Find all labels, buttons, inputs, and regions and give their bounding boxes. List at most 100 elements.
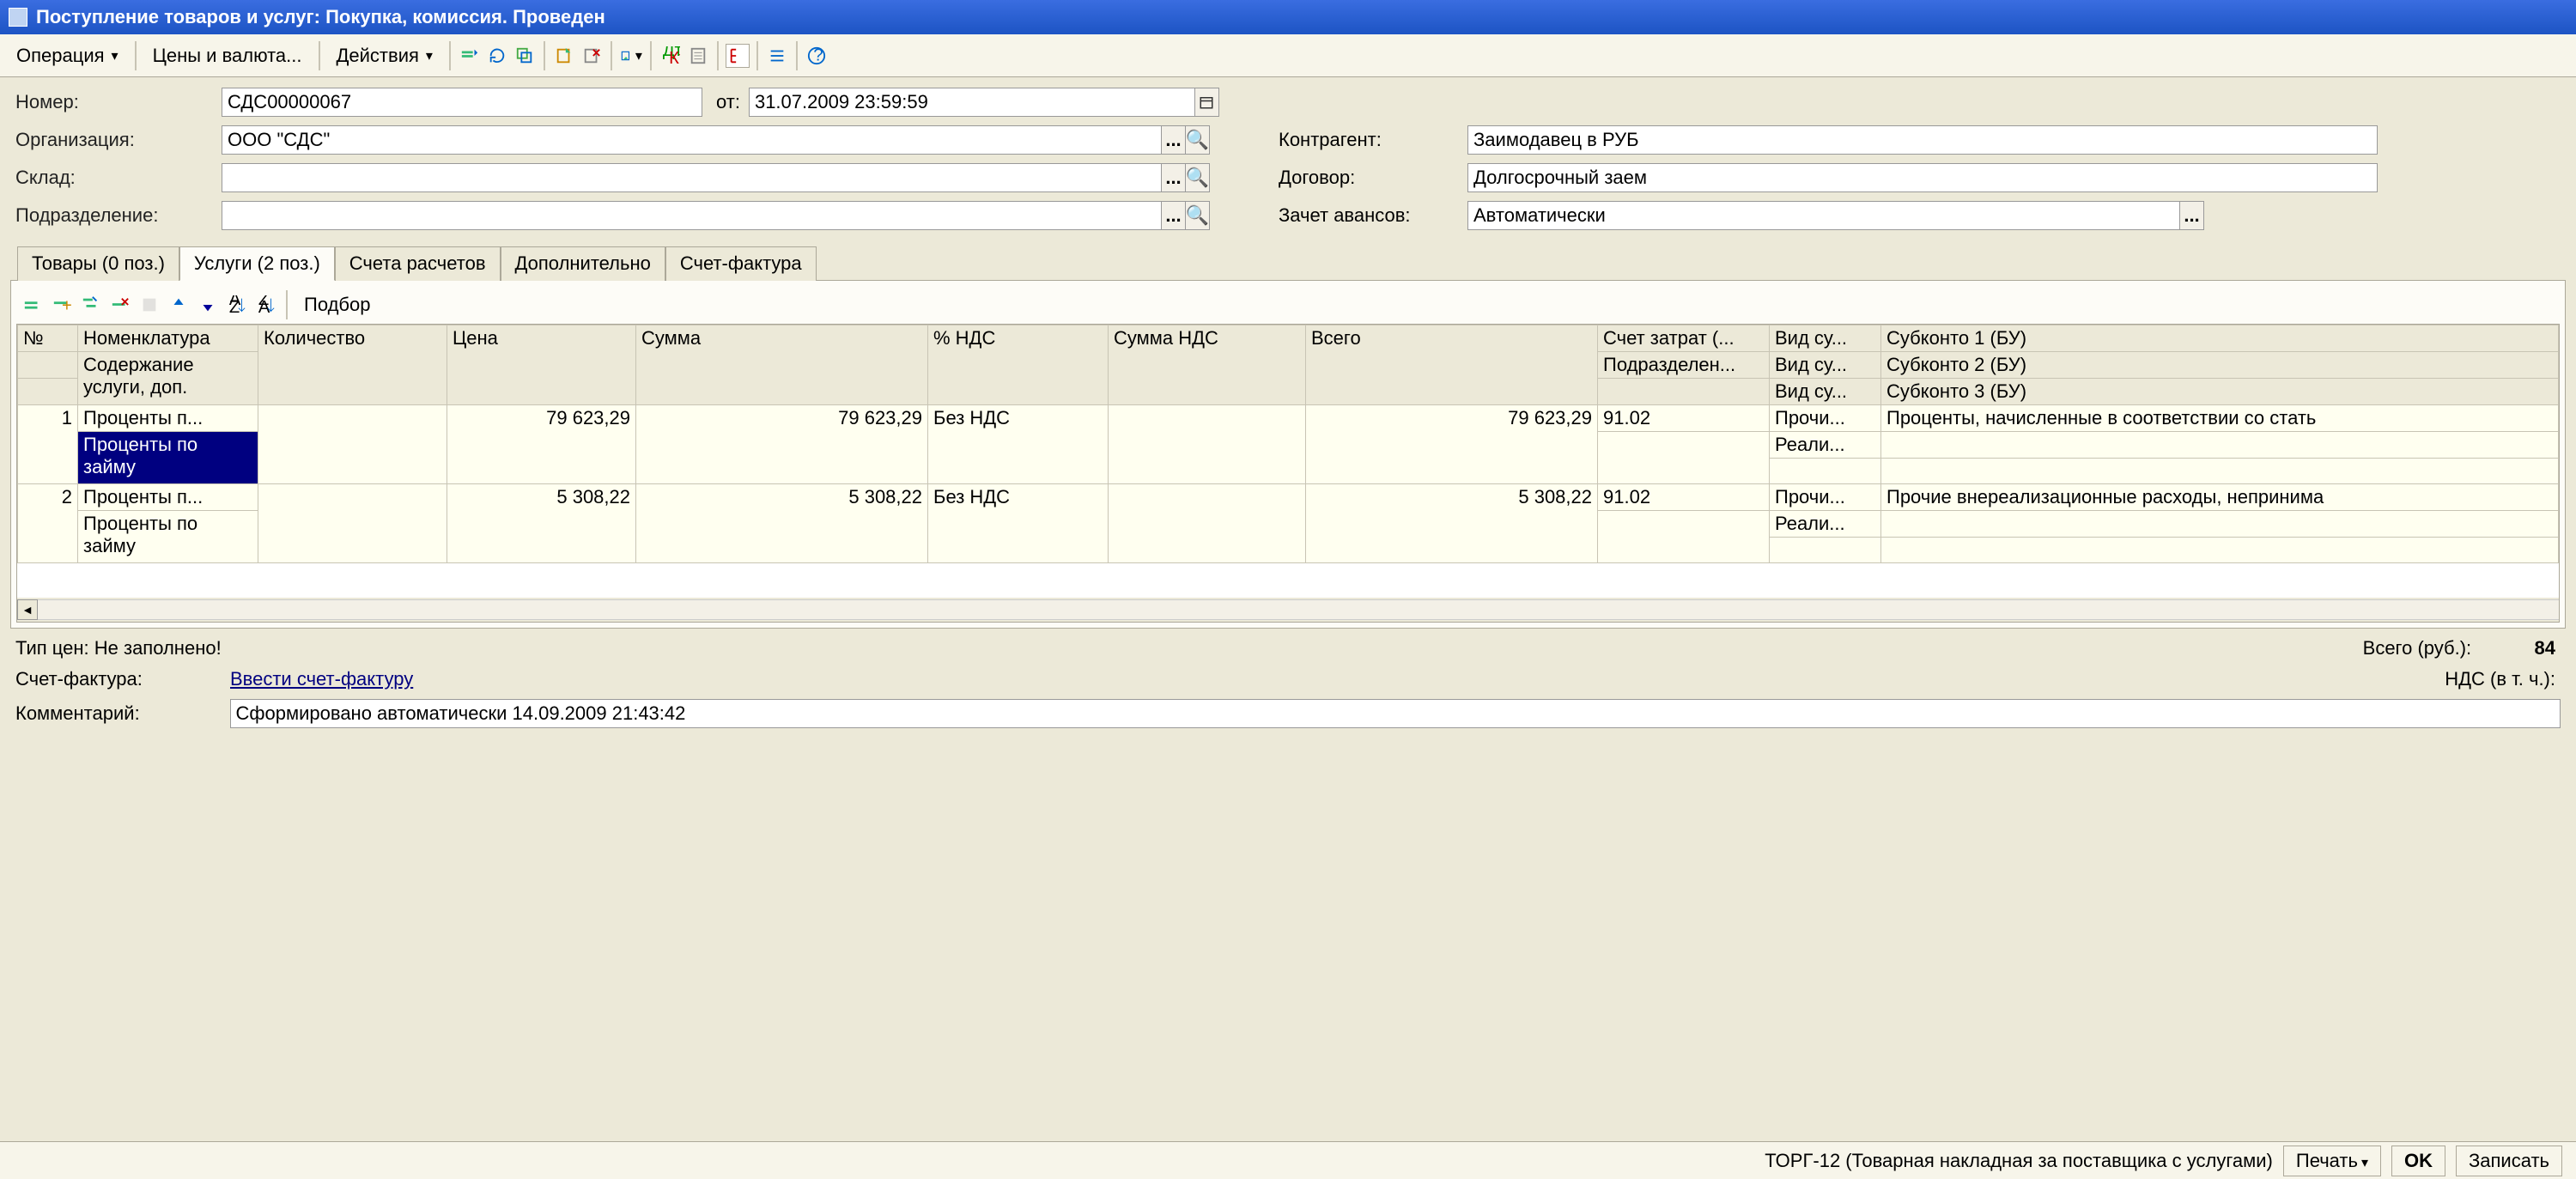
number-field[interactable]	[222, 88, 702, 117]
cell-nomen[interactable]: Проценты п...	[78, 405, 258, 432]
horizontal-scrollbar[interactable]: ◄	[17, 598, 2559, 622]
post-icon[interactable]	[552, 44, 576, 68]
list-icon[interactable]	[765, 44, 789, 68]
col-vat[interactable]: % НДС	[928, 325, 1109, 405]
date-field[interactable]	[749, 88, 1195, 117]
col-desc[interactable]: Содержание услуги, доп.	[78, 352, 258, 405]
ellipsis-icon[interactable]: ...	[1162, 125, 1186, 155]
table-row[interactable]: 1 Проценты п... 79 623,29 79 623,29 Без …	[18, 405, 2559, 432]
search-icon[interactable]: 🔍	[1186, 163, 1210, 192]
col-nomenclature[interactable]: Номенклатура	[78, 325, 258, 352]
cell-vat[interactable]: Без НДС	[928, 405, 1109, 484]
help-icon[interactable]: ?	[805, 44, 829, 68]
tab-goods[interactable]: Товары (0 поз.)	[17, 246, 179, 281]
save-button[interactable]: Записать	[2456, 1146, 2562, 1176]
cell-price[interactable]: 5 308,22	[447, 484, 636, 563]
dtkt-icon[interactable]: ДтКт	[659, 44, 683, 68]
ellipsis-icon[interactable]: ...	[1162, 201, 1186, 230]
scroll-track[interactable]	[38, 599, 2559, 620]
cell-sub1[interactable]: Прочие внереализационные расходы, неприн…	[1881, 484, 2559, 511]
actions-menu[interactable]: Действия	[327, 40, 442, 71]
enter-invoice-link[interactable]: Ввести счет-фактуру	[230, 668, 413, 690]
cell-sub3[interactable]	[1881, 538, 2559, 563]
delete-row-icon[interactable]	[107, 292, 133, 318]
cell-vid2[interactable]: Реали...	[1770, 432, 1881, 459]
comment-field[interactable]	[230, 699, 2561, 728]
col-vatsum[interactable]: Сумма НДС	[1109, 325, 1306, 405]
select-button[interactable]: Подбор	[295, 289, 380, 320]
cell-total[interactable]: 79 623,29	[1306, 405, 1598, 484]
unpost-icon[interactable]	[580, 44, 604, 68]
advance-field[interactable]	[1467, 201, 2180, 230]
move-up-icon[interactable]	[166, 292, 191, 318]
report-icon[interactable]	[686, 44, 710, 68]
sort-desc-icon[interactable]: ZA	[253, 292, 279, 318]
ellipsis-icon[interactable]: ...	[2180, 201, 2204, 230]
tab-invoice[interactable]: Счет-фактура	[665, 246, 817, 281]
add-row-icon[interactable]	[20, 292, 46, 318]
refresh-icon[interactable]	[485, 44, 509, 68]
ellipsis-icon[interactable]: ...	[1162, 163, 1186, 192]
col-sub1[interactable]: Субконто 1 (БУ)	[1881, 325, 2559, 352]
warehouse-field[interactable]	[222, 163, 1162, 192]
col-sum[interactable]: Сумма	[636, 325, 928, 405]
cell-price[interactable]: 79 623,29	[447, 405, 636, 484]
cell-sub1[interactable]: Проценты, начисленные в соответствии со …	[1881, 405, 2559, 432]
cell-dept[interactable]	[1598, 511, 1770, 563]
col-sub3[interactable]: Субконто 3 (БУ)	[1881, 379, 2559, 405]
cell-sub3[interactable]	[1881, 459, 2559, 484]
cell-dept[interactable]	[1598, 432, 1770, 484]
col-dept2[interactable]: Подразделен...	[1598, 352, 1770, 379]
cell-sum[interactable]: 5 308,22	[636, 484, 928, 563]
counterparty-field[interactable]	[1467, 125, 2378, 155]
search-icon[interactable]: 🔍	[1186, 201, 1210, 230]
cell-n[interactable]: 1	[18, 405, 78, 484]
col-sub2[interactable]: Субконто 2 (БУ)	[1881, 352, 2559, 379]
tab-additional[interactable]: Дополнительно	[501, 246, 665, 281]
operation-menu[interactable]: Операция	[7, 40, 128, 71]
cell-vatsum[interactable]	[1109, 484, 1306, 563]
cell-vat[interactable]: Без НДС	[928, 484, 1109, 563]
col-price[interactable]: Цена	[447, 325, 636, 405]
col-number[interactable]: №	[18, 325, 78, 352]
col-acc[interactable]: Счет затрат (...	[1598, 325, 1770, 352]
cell-qty[interactable]	[258, 484, 447, 563]
ok-button[interactable]: OK	[2391, 1146, 2445, 1176]
cell-n[interactable]: 2	[18, 484, 78, 563]
calendar-icon[interactable]	[1195, 88, 1219, 117]
cell-sub2[interactable]	[1881, 432, 2559, 459]
col-vid1[interactable]: Вид су...	[1770, 325, 1881, 352]
scroll-left-icon[interactable]: ◄	[17, 599, 38, 620]
cell-acc[interactable]: 91.02	[1598, 484, 1770, 511]
cell-total[interactable]: 5 308,22	[1306, 484, 1598, 563]
col-vid2[interactable]: Вид су...	[1770, 352, 1881, 379]
cell-vatsum[interactable]	[1109, 405, 1306, 484]
cell-vid3[interactable]	[1770, 459, 1881, 484]
tab-accounts[interactable]: Счета расчетов	[335, 246, 501, 281]
prices-currency-button[interactable]: Цены и валюта...	[143, 40, 312, 71]
cell-nomen[interactable]: Проценты п...	[78, 484, 258, 511]
cell-acc[interactable]: 91.02	[1598, 405, 1770, 432]
fill-menu-icon[interactable]	[619, 44, 643, 68]
cell-vid3[interactable]	[1770, 538, 1881, 563]
col-vid3[interactable]: Вид су...	[1770, 379, 1881, 405]
dept-field[interactable]	[222, 201, 1162, 230]
print-button[interactable]: Печать	[2283, 1146, 2381, 1176]
cell-desc[interactable]: Проценты по займу	[78, 511, 258, 563]
cell-vid1[interactable]: Прочи...	[1770, 405, 1881, 432]
search-icon[interactable]: 🔍	[1186, 125, 1210, 155]
cell-sum[interactable]: 79 623,29	[636, 405, 928, 484]
tab-services[interactable]: Услуги (2 поз.)	[179, 246, 335, 281]
org-field[interactable]	[222, 125, 1162, 155]
cell-sub2[interactable]	[1881, 511, 2559, 538]
new-row-icon[interactable]	[458, 44, 482, 68]
copy-row-icon[interactable]	[78, 292, 104, 318]
insert-row-icon[interactable]: +	[49, 292, 75, 318]
clone-icon[interactable]	[513, 44, 537, 68]
cell-vid2[interactable]: Реали...	[1770, 511, 1881, 538]
cell-desc-selected[interactable]: Проценты по займу	[78, 432, 258, 484]
col-total[interactable]: Всего	[1306, 325, 1598, 405]
contract-field[interactable]	[1467, 163, 2378, 192]
move-down-icon[interactable]	[195, 292, 221, 318]
cell-vid1[interactable]: Прочи...	[1770, 484, 1881, 511]
